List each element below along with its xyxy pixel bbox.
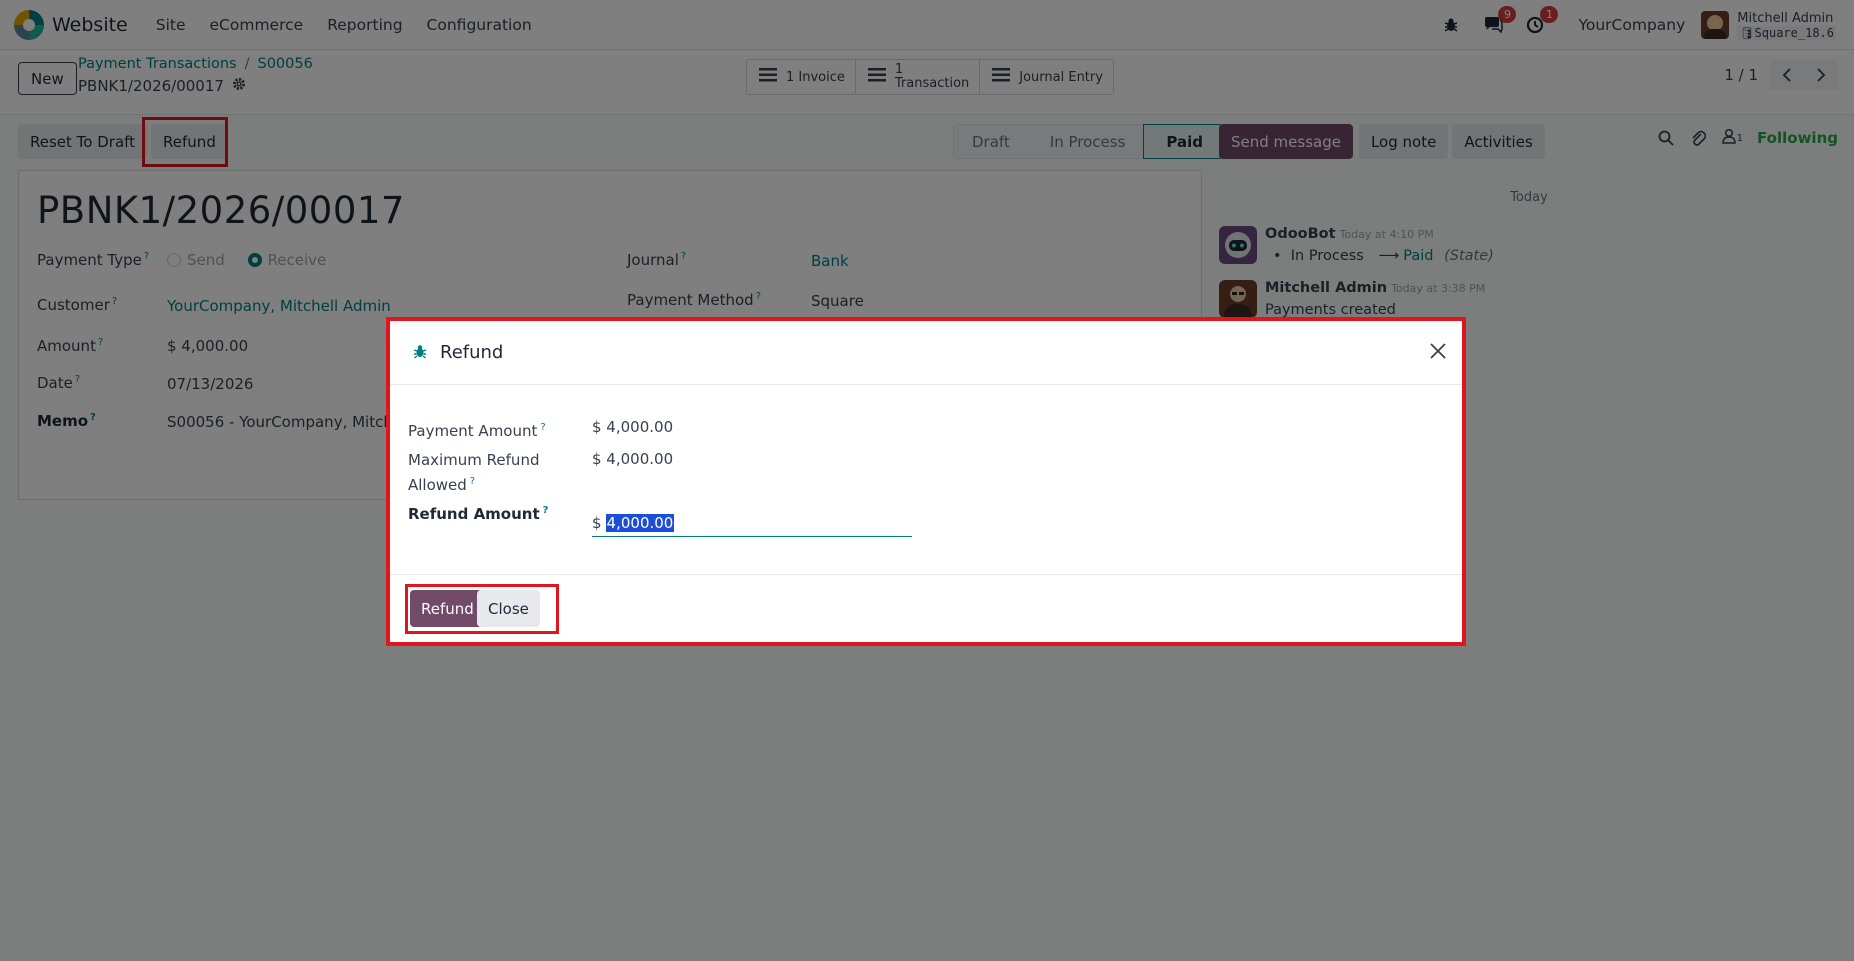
currency-symbol: $ — [592, 513, 602, 532]
refund-button[interactable]: Refund — [410, 590, 485, 627]
max-refund-value: $ 4,000.00 — [592, 450, 674, 468]
close-button[interactable]: Close — [477, 590, 540, 627]
payment-amount-value: $ 4,000.00 — [592, 418, 674, 436]
dialog-header: Refund — [390, 321, 1462, 385]
refund-amount-label: Refund Amount? — [408, 505, 549, 523]
refund-dialog: Refund Payment Amount? $ 4,000.00 Maximu… — [386, 317, 1466, 646]
close-icon[interactable] — [1426, 339, 1450, 363]
dialog-title: Refund — [440, 342, 504, 363]
bug-icon — [412, 343, 428, 363]
refund-amount-field: $ 4,000.00 — [592, 509, 912, 537]
max-refund-label: Maximum Refund Allowed? — [408, 451, 540, 494]
payment-amount-label: Payment Amount? — [408, 422, 546, 440]
dialog-footer: Refund Close — [390, 574, 1462, 646]
